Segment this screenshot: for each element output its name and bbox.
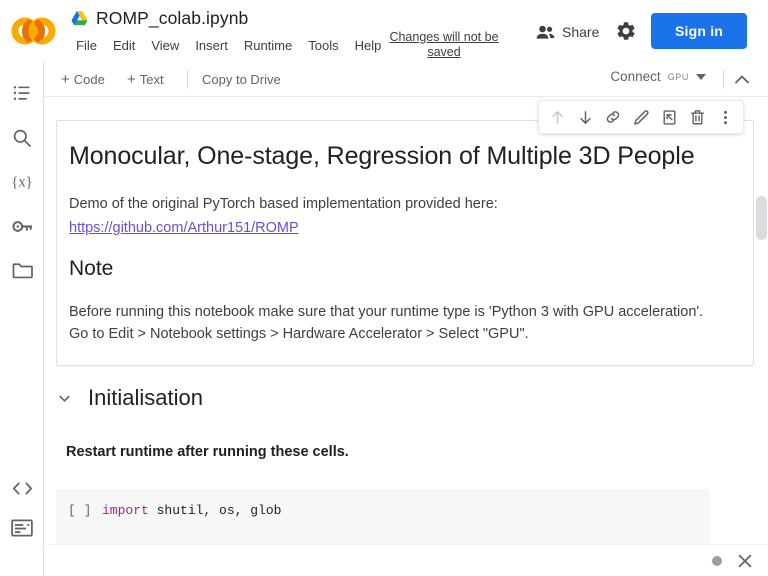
people-icon <box>536 25 555 40</box>
chevron-down-icon <box>696 73 706 80</box>
sign-in-button[interactable]: Sign in <box>651 13 747 49</box>
sidebar-item-variables[interactable]: {x} <box>8 168 36 196</box>
move-cell-down-button[interactable] <box>572 104 598 130</box>
svg-text:{x}: {x} <box>11 175 32 191</box>
menu-help[interactable]: Help <box>347 36 390 55</box>
delete-cell-button[interactable] <box>684 104 710 130</box>
add-text-label: Text <box>139 72 164 87</box>
plus-icon: + <box>61 71 70 88</box>
link-to-cell-button[interactable] <box>600 104 626 130</box>
connect-label: Connect <box>610 69 661 84</box>
toolbar-divider-right <box>723 70 724 89</box>
restart-runtime-note: Restart runtime after running these cell… <box>66 444 349 460</box>
plus-icon: + <box>127 71 136 88</box>
notebook-content: Monocular, One-stage, Regression of Mult… <box>44 97 768 576</box>
more-options-button[interactable] <box>712 104 738 130</box>
menu-view[interactable]: View <box>143 36 187 55</box>
notebook-filename[interactable]: ROMP_colab.ipynb <box>96 8 248 29</box>
page-title: Monocular, One-stage, Regression of Mult… <box>69 142 695 170</box>
cell-action-toolbar <box>538 100 744 134</box>
sidebar-item-code-snippets[interactable] <box>8 474 36 502</box>
section-title: Initialisation <box>88 385 203 410</box>
top-bar: ROMP_colab.ipynb File Edit View Insert R… <box>0 0 768 62</box>
collapse-header-button[interactable] <box>732 70 752 90</box>
code-keyword-import: import <box>102 503 149 518</box>
demo-description: Demo of the original PyTorch based imple… <box>69 196 498 212</box>
menu-insert[interactable]: Insert <box>187 36 236 55</box>
sidebar-item-secrets[interactable] <box>8 212 36 240</box>
sidebar-item-search[interactable] <box>8 124 36 152</box>
note-line-2: Go to Edit > Notebook settings > Hardwar… <box>69 326 529 342</box>
menu-bar: File Edit View Insert Runtime Tools Help <box>68 36 389 55</box>
sidebar-item-files[interactable] <box>8 256 36 284</box>
menu-edit[interactable]: Edit <box>105 36 143 55</box>
section-header-initialisation[interactable]: Initialisation <box>56 385 203 411</box>
toolbar-divider <box>187 70 188 89</box>
google-drive-icon <box>70 10 89 27</box>
share-label: Share <box>562 24 600 40</box>
move-cell-up-button[interactable] <box>544 104 570 130</box>
close-icon[interactable] <box>736 552 754 570</box>
sidebar-item-terminal[interactable] <box>8 514 36 542</box>
code-line-1: [ ] import shutil, os, glob <box>56 498 710 524</box>
changes-will-not-be-saved-link[interactable]: Changes will not be saved <box>384 30 504 60</box>
menu-runtime[interactable]: Runtime <box>236 36 300 55</box>
code-line-1-rest: shutil, os, glob <box>148 503 282 518</box>
menu-tools[interactable]: Tools <box>300 36 346 55</box>
copy-to-drive-button[interactable]: Copy to Drive <box>197 68 286 91</box>
bottom-status-bar <box>44 544 768 576</box>
open-in-new-tab-button[interactable] <box>656 104 682 130</box>
gpu-badge: GPU <box>667 71 689 82</box>
add-code-label: Code <box>73 72 105 87</box>
notebook-scrollbar-thumb[interactable] <box>756 196 767 240</box>
sidebar-item-table-of-contents[interactable] <box>8 79 36 107</box>
menu-file[interactable]: File <box>68 36 105 55</box>
notebook-scrollbar-track[interactable] <box>754 97 768 537</box>
markdown-text-cell[interactable]: Monocular, One-stage, Regression of Mult… <box>56 120 754 366</box>
connect-button[interactable]: Connect GPU <box>604 68 712 85</box>
add-text-cell-button[interactable]: + Text <box>122 68 169 91</box>
cell-execution-prompt[interactable]: [ ] <box>68 498 102 524</box>
left-sidebar: {x} <box>0 62 44 576</box>
busy-indicator <box>712 556 722 566</box>
add-code-cell-button[interactable]: + Code <box>56 68 110 91</box>
colab-logo[interactable] <box>10 14 56 48</box>
chevron-down-icon[interactable] <box>56 390 72 406</box>
file-title-row[interactable]: ROMP_colab.ipynb <box>70 8 248 29</box>
edit-cell-button[interactable] <box>628 104 654 130</box>
share-button[interactable]: Share <box>530 20 605 44</box>
notebook-toolbar: + Code + Text Copy to Drive Connect GPU <box>44 62 768 97</box>
note-heading: Note <box>69 257 114 280</box>
romp-repository-link[interactable]: https://github.com/Arthur151/ROMP <box>69 220 299 236</box>
note-line-1: Before running this notebook make sure t… <box>69 304 704 320</box>
colab-app: ROMP_colab.ipynb File Edit View Insert R… <box>0 0 768 576</box>
settings-button[interactable] <box>615 20 639 44</box>
